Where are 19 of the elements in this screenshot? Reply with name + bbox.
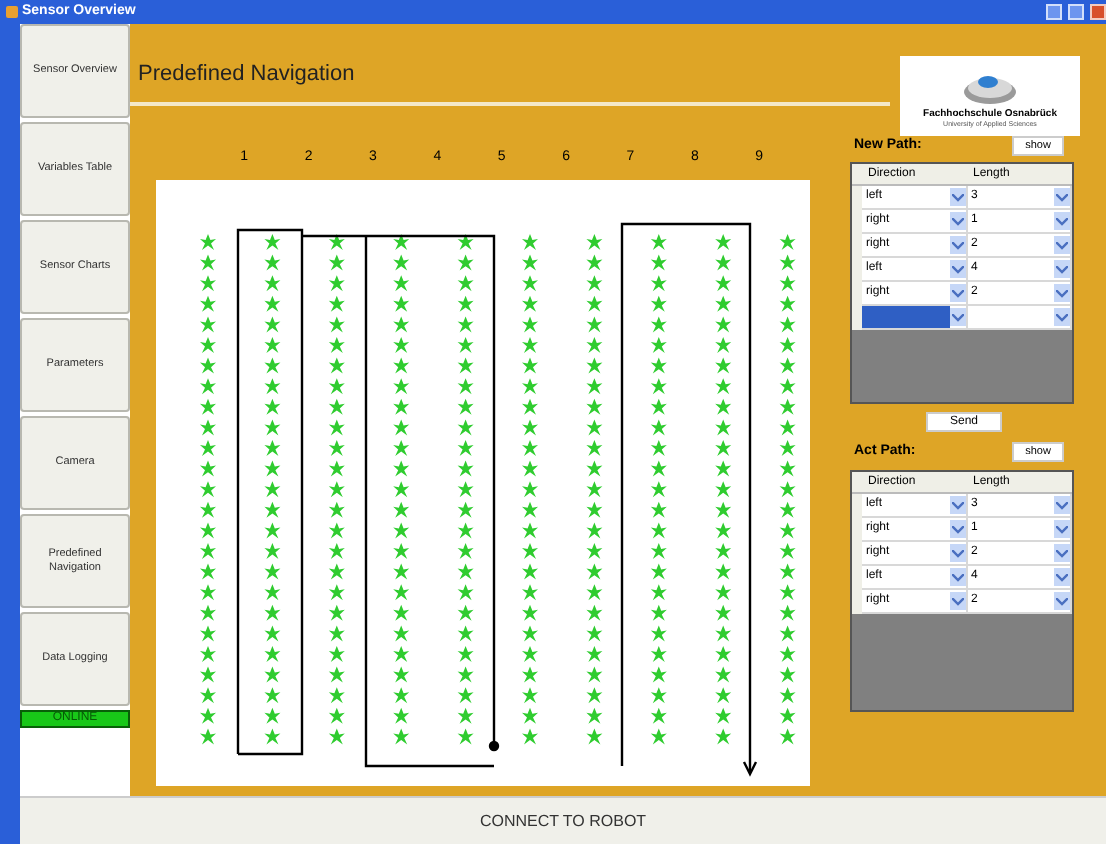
dropdown-caret-icon[interactable] (1054, 496, 1070, 514)
table-row[interactable] (852, 306, 1072, 330)
dropdown-caret-icon[interactable] (1054, 568, 1070, 586)
close-button[interactable] (1090, 4, 1106, 20)
dropdown-caret-icon[interactable] (1054, 520, 1070, 538)
dropdown-caret-icon[interactable] (1054, 544, 1070, 562)
dropdown-caret-icon[interactable] (1054, 188, 1070, 206)
dropdown-caret-icon[interactable] (1054, 212, 1070, 230)
dropdown-caret-icon[interactable] (1054, 236, 1070, 254)
page-heading: Predefined Navigation (136, 60, 357, 86)
connect-button[interactable]: CONNECT TO ROBOT (20, 796, 1106, 844)
maximize-button[interactable] (1068, 4, 1084, 20)
minimize-button[interactable] (1046, 4, 1062, 20)
dropdown-caret-icon[interactable] (1054, 308, 1070, 326)
dropdown-caret-icon[interactable] (1054, 592, 1070, 610)
dropdown-caret-icon[interactable] (1054, 260, 1070, 278)
app-icon (6, 6, 18, 18)
table-cell[interactable] (862, 306, 949, 328)
dropdown-caret-icon[interactable] (1054, 284, 1070, 302)
